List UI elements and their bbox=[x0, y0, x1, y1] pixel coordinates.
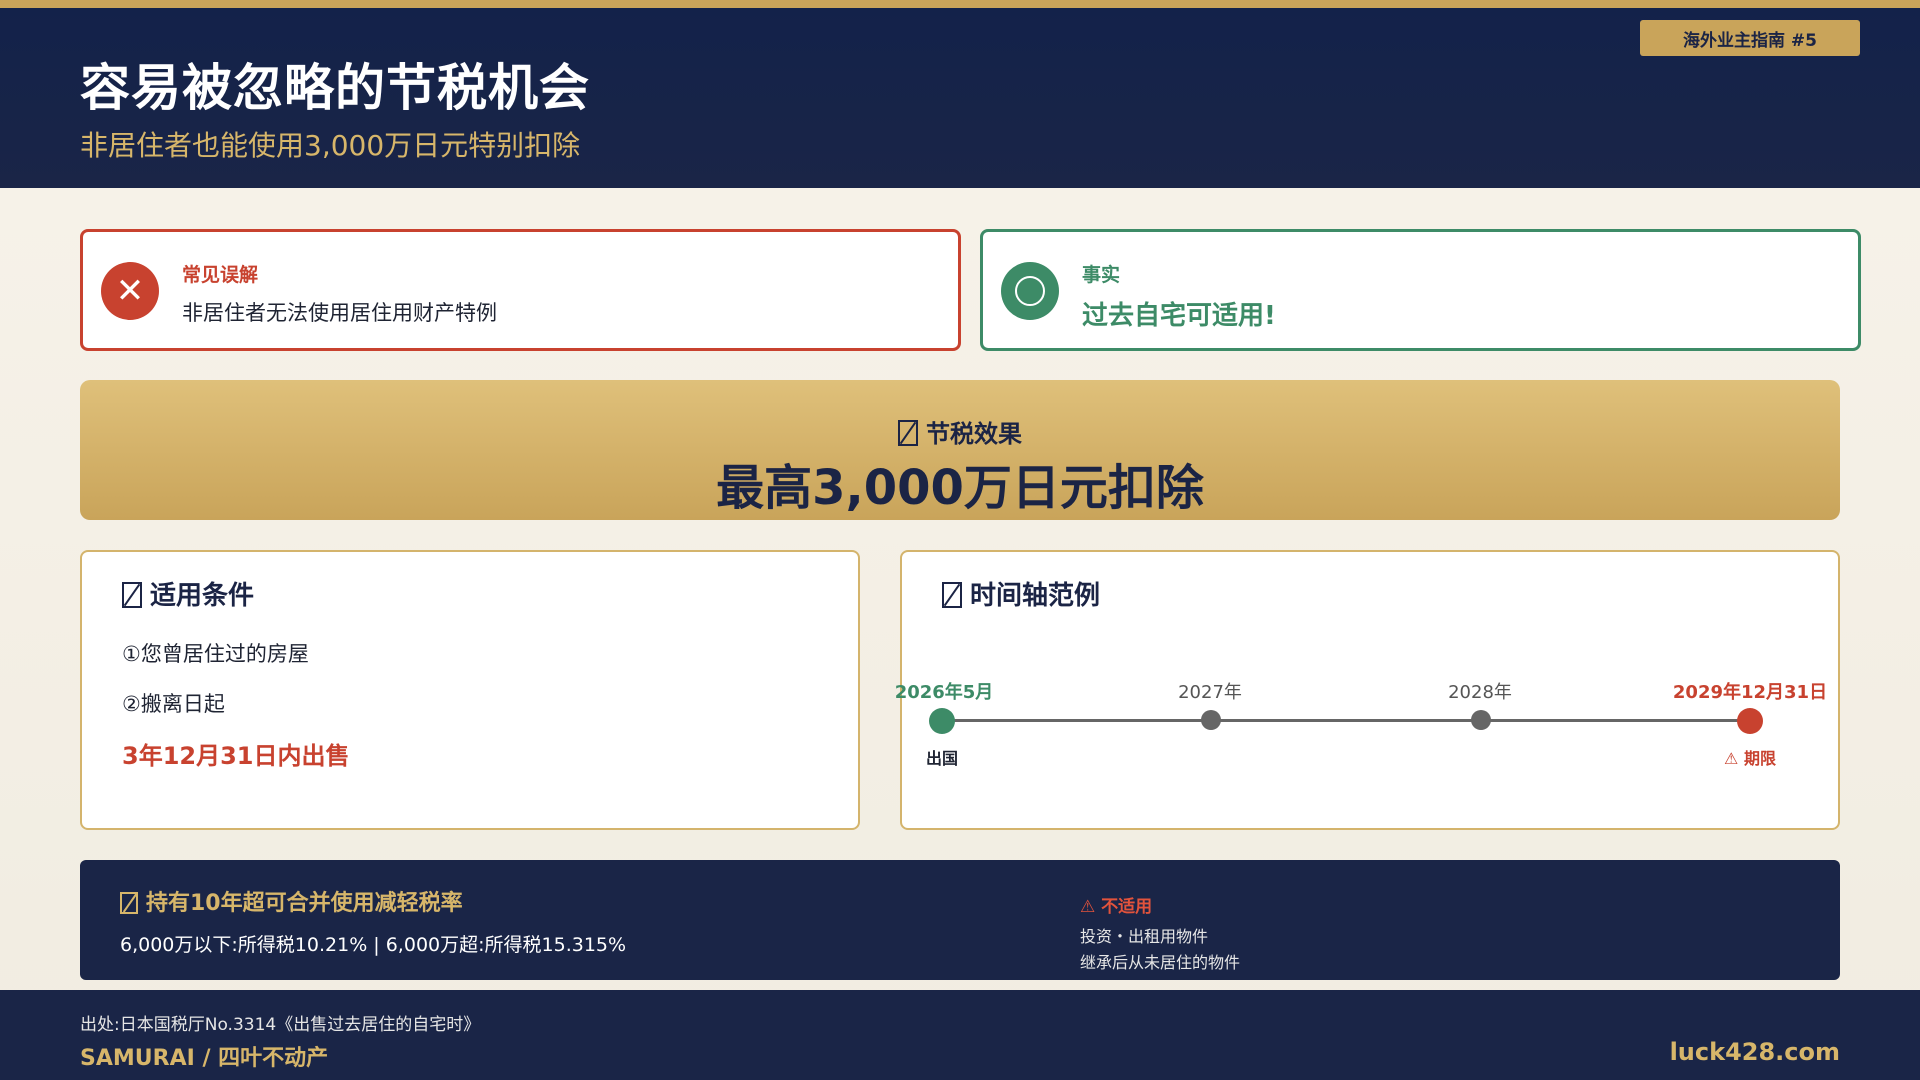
timeline-sub-start: 出国 bbox=[925, 749, 958, 768]
website-link[interactable]: luck428.com bbox=[1670, 1038, 1840, 1066]
timeline-sub-deadline: ⚠ 期限 bbox=[1724, 749, 1776, 768]
top-accent-strip bbox=[0, 0, 1920, 8]
fact-tag: 事实 bbox=[1082, 264, 1121, 286]
source-citation: 出处:日本国税厅No.3314《出售过去居住的自宅时》 bbox=[80, 1015, 481, 1035]
missing-glyph-icon bbox=[122, 582, 142, 608]
reduced-rate-title: 持有10年超可合并使用减轻税率 bbox=[120, 885, 463, 917]
tax-effect-label: 节税效果 bbox=[80, 414, 1840, 449]
not-applicable-title: ⚠ 不适用 bbox=[1080, 897, 1153, 917]
fact-text: 过去自宅可适用! bbox=[1082, 301, 1276, 331]
timeline-dot-deadline bbox=[1737, 708, 1763, 734]
timeline-panel: 时间轴范例 2026年5月 出国 2027年 2028年 2029年12月31日… bbox=[895, 550, 1840, 830]
circle-icon bbox=[1001, 262, 1059, 320]
not-applicable-item: 继承后从未居住的物件 bbox=[1080, 953, 1241, 972]
brand-name: SAMURAI / 四叶不动产 bbox=[80, 1046, 329, 1071]
timeline-label-start: 2026年5月 bbox=[894, 682, 994, 703]
condition-deadline: 3年12月31日内出售 bbox=[122, 742, 350, 770]
not-applicable-item: 投资・出租用物件 bbox=[1080, 927, 1209, 946]
page-title: 容易被忽略的节税机会 bbox=[80, 59, 590, 117]
timeline-label-2028: 2028年 bbox=[1448, 682, 1512, 703]
footer: 出处:日本国税厅No.3314《出售过去居住的自宅时》 SAMURAI / 四叶… bbox=[0, 990, 1920, 1080]
timeline-label-deadline: 2029年12月31日 bbox=[1672, 682, 1828, 703]
timeline-label-2027: 2027年 bbox=[1178, 682, 1242, 703]
conditions-panel: 适用条件 ①您曾居住过的房屋 ②搬离日起 3年12月31日内出售 bbox=[80, 550, 860, 830]
myth-text: 非居住者无法使用居住用财产特例 bbox=[182, 301, 497, 325]
reduced-rate-values: 6,000万以下:所得税10.21% | 6,000万超:所得税15.315% bbox=[120, 934, 627, 956]
missing-glyph-icon bbox=[120, 892, 138, 914]
tax-effect-banner: 节税效果 最高3,000万日元扣除 bbox=[80, 380, 1840, 520]
condition-item: ②搬离日起 bbox=[122, 692, 225, 716]
timeline-dot-2028 bbox=[1471, 710, 1491, 730]
series-badge: 海外业主指南 #5 bbox=[1640, 20, 1860, 56]
condition-item: ①您曾居住过的房屋 bbox=[122, 642, 309, 666]
missing-glyph-icon bbox=[898, 420, 918, 446]
myth-tag: 常见误解 bbox=[182, 264, 259, 286]
header-banner: 海外业主指南 #5 容易被忽略的节税机会 非居住者也能使用3,000万日元特别扣… bbox=[0, 8, 1920, 188]
timeline-axis bbox=[942, 719, 1762, 722]
timeline-dot-start bbox=[929, 708, 955, 734]
fact-card: 事实 过去自宅可适用! bbox=[980, 229, 1861, 351]
page-subtitle: 非居住者也能使用3,000万日元特别扣除 bbox=[80, 129, 581, 162]
tax-effect-value: 最高3,000万日元扣除 bbox=[716, 460, 1204, 516]
myth-card: ✕ 常见误解 非居住者无法使用居住用财产特例 bbox=[80, 229, 961, 351]
missing-glyph-icon bbox=[942, 582, 962, 608]
x-icon: ✕ bbox=[101, 262, 159, 320]
conditions-title: 适用条件 bbox=[122, 575, 254, 612]
timeline-title: 时间轴范例 bbox=[942, 575, 1100, 612]
timeline-dot-2027 bbox=[1201, 710, 1221, 730]
reduced-rate-panel: 持有10年超可合并使用减轻税率 6,000万以下:所得税10.21% | 6,0… bbox=[80, 860, 1840, 980]
